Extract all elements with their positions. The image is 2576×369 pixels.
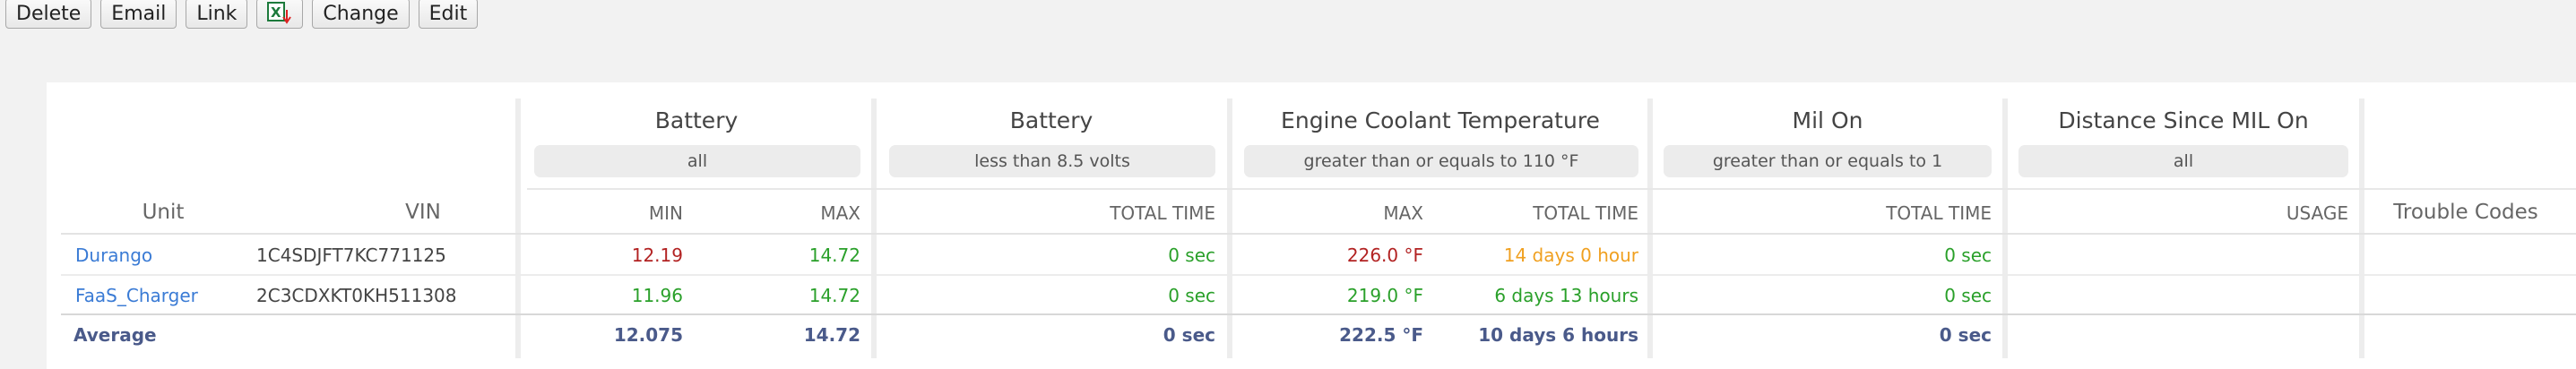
mil-time-cell: 0 sec	[1944, 245, 1992, 266]
coolant-time-cell: 14 days 0 hour	[1503, 245, 1638, 266]
average-mil-time: 0 sec	[1939, 324, 1992, 346]
average-label: Average	[73, 324, 157, 346]
col-header-battery-low-time[interactable]: TOTAL TIME	[1033, 202, 1215, 224]
battery-min-cell: 12.19	[631, 245, 683, 266]
report-panel: Battery Battery Engine Coolant Temperatu…	[47, 82, 2576, 369]
col-header-battery-min[interactable]: MIN	[602, 202, 683, 224]
vin-cell: 1C4SDJFT7KC771125	[256, 245, 446, 266]
edit-button[interactable]: Edit	[418, 0, 479, 29]
battery-low-time-cell: 0 sec	[1168, 285, 1215, 306]
svg-text:X: X	[271, 4, 281, 21]
row-divider	[61, 274, 2576, 276]
delete-button[interactable]: Delete	[5, 0, 92, 29]
average-divider	[61, 313, 2576, 315]
filter-pill-coolant: greater than or equals to 110 °F	[1244, 145, 1638, 177]
battery-min-cell: 11.96	[631, 285, 683, 306]
change-button[interactable]: Change	[312, 0, 410, 29]
col-header-unit[interactable]: Unit	[100, 201, 226, 224]
col-header-coolant-time[interactable]: TOTAL TIME	[1456, 202, 1638, 224]
email-button[interactable]: Email	[100, 0, 177, 29]
unit-link[interactable]: Durango	[75, 245, 152, 266]
vin-cell: 2C3CDXKT0KH511308	[256, 285, 457, 306]
filter-pill-battery: all	[534, 145, 860, 177]
group-title-battery: Battery	[654, 107, 739, 133]
excel-export-icon: X	[267, 2, 292, 24]
column-separator	[2359, 99, 2364, 358]
average-battery-max: 14.72	[803, 324, 860, 346]
filter-pill-battery-low: less than 8.5 volts	[889, 145, 1215, 177]
group-title-battery-low: Battery	[1009, 107, 1094, 133]
average-coolant-time: 10 days 6 hours	[1478, 324, 1638, 346]
column-separator	[871, 99, 877, 358]
filter-pill-mil-on: greater than or equals to 1	[1664, 145, 1992, 177]
group-title-coolant: Engine Coolant Temperature	[1281, 107, 1600, 133]
column-separator	[1647, 99, 1653, 358]
unit-link[interactable]: FaaS_Charger	[75, 285, 198, 306]
coolant-max-cell: 219.0 °F	[1346, 285, 1423, 306]
average-battery-min: 12.075	[613, 324, 683, 346]
col-header-coolant-max[interactable]: MAX	[1301, 202, 1423, 224]
excel-export-button[interactable]: X	[256, 0, 304, 29]
group-title-distance: Distance Since MIL On	[2058, 107, 2309, 133]
column-separator	[2002, 99, 2008, 358]
coolant-max-cell: 226.0 °F	[1346, 245, 1423, 266]
link-button[interactable]: Link	[186, 0, 248, 29]
column-separator	[1227, 99, 1232, 358]
average-coolant-max: 222.5 °F	[1339, 324, 1423, 346]
col-header-mil-time[interactable]: TOTAL TIME	[1809, 202, 1992, 224]
header-divider	[527, 188, 2576, 190]
col-header-battery-max[interactable]: MAX	[771, 202, 860, 224]
filter-pill-distance: all	[2018, 145, 2348, 177]
average-battery-low-time: 0 sec	[1163, 324, 1215, 346]
header-bottom-border	[61, 233, 2576, 235]
toolbar: Delete Email Link X Change Edit	[5, 0, 479, 30]
group-title-mil-on: Mil On	[1792, 107, 1863, 133]
column-separator	[515, 99, 521, 358]
battery-max-cell: 14.72	[808, 285, 860, 306]
battery-max-cell: 14.72	[808, 245, 860, 266]
battery-low-time-cell: 0 sec	[1168, 245, 1215, 266]
mil-time-cell: 0 sec	[1944, 285, 1992, 306]
col-header-distance-usage[interactable]: USAGE	[2165, 202, 2348, 224]
coolant-time-cell: 6 days 13 hours	[1494, 285, 1638, 306]
col-header-vin[interactable]: VIN	[333, 201, 513, 224]
col-header-trouble-codes[interactable]: Trouble Codes	[2373, 201, 2558, 224]
